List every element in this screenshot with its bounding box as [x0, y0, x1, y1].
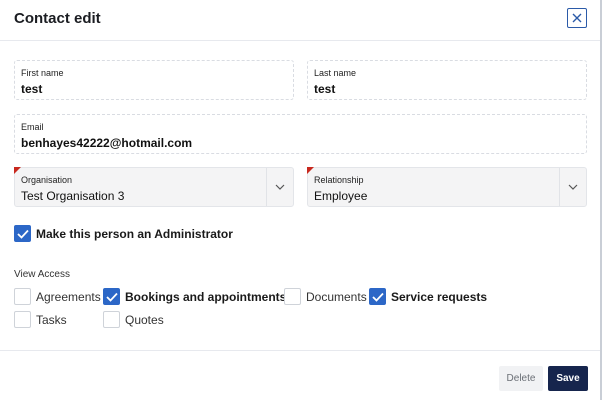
- dialog-title: Contact edit: [14, 10, 101, 27]
- tasks-checkbox[interactable]: [14, 311, 31, 328]
- agreements-label: Agreements: [36, 290, 101, 304]
- required-marker: [14, 167, 21, 174]
- delete-button[interactable]: Delete: [499, 366, 543, 391]
- close-icon: [572, 13, 582, 23]
- quotes-checkbox[interactable]: [103, 311, 120, 328]
- agreements-checkbox[interactable]: [14, 288, 31, 305]
- tasks-label: Tasks: [36, 313, 67, 327]
- first-name-field[interactable]: First name test: [14, 60, 294, 100]
- documents-label: Documents: [306, 290, 367, 304]
- documents-checkbox[interactable]: [284, 288, 301, 305]
- organisation-dropdown-toggle[interactable]: [266, 168, 293, 206]
- last-name-label: Last name: [314, 68, 357, 78]
- relationship-value: Employee: [314, 189, 368, 203]
- first-name-value: test: [21, 82, 43, 96]
- relationship-dropdown-toggle[interactable]: [559, 168, 586, 206]
- organisation-select[interactable]: Organisation Test Organisation 3: [14, 167, 294, 207]
- save-button[interactable]: Save: [548, 366, 588, 391]
- admin-checkbox[interactable]: [14, 225, 31, 242]
- email-field[interactable]: Email benhayes42222@hotmail.com: [14, 114, 587, 154]
- required-marker: [307, 167, 314, 174]
- checkmark-icon: [371, 292, 384, 302]
- service-requests-checkbox[interactable]: [369, 288, 386, 305]
- bookings-label: Bookings and appointments: [125, 290, 287, 304]
- email-value: benhayes42222@hotmail.com: [21, 136, 193, 150]
- dialog-header: Contact edit: [0, 0, 600, 41]
- view-access-label: View Access: [14, 269, 70, 280]
- relationship-select[interactable]: Relationship Employee: [307, 167, 587, 207]
- chevron-down-icon: [275, 184, 285, 190]
- last-name-value: test: [314, 82, 336, 96]
- quotes-label: Quotes: [125, 313, 164, 327]
- organisation-value: Test Organisation 3: [21, 189, 125, 203]
- service-requests-label: Service requests: [391, 290, 488, 304]
- bookings-checkbox[interactable]: [103, 288, 120, 305]
- relationship-label: Relationship: [314, 175, 364, 185]
- email-label: Email: [21, 122, 44, 132]
- last-name-field[interactable]: Last name test: [307, 60, 587, 100]
- contact-edit-dialog: Contact edit First name test Last name t…: [0, 0, 602, 400]
- checkmark-icon: [105, 292, 118, 302]
- checkmark-icon: [16, 229, 29, 239]
- chevron-down-icon: [568, 184, 578, 190]
- close-button[interactable]: [567, 8, 587, 28]
- admin-checkbox-label: Make this person an Administrator: [36, 227, 233, 241]
- organisation-label: Organisation: [21, 175, 73, 185]
- first-name-label: First name: [21, 68, 64, 78]
